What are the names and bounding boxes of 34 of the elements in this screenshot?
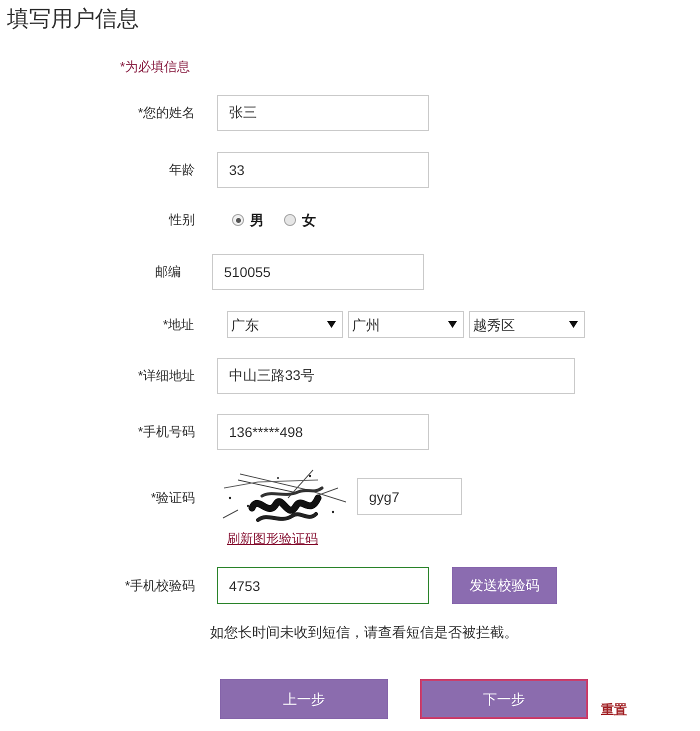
text-field[interactable]: 中山三路33号 <box>217 358 575 394</box>
radio-button[interactable] <box>232 214 244 226</box>
page-title: 填写用户信息 <box>7 5 139 33</box>
radio-option[interactable]: 女 <box>284 212 316 228</box>
field-label: *验证码 <box>150 490 195 506</box>
sms-code-input[interactable]: 4753 <box>217 567 429 604</box>
send-code-button[interactable]: 发送校验码 <box>452 567 557 604</box>
field-label: *手机校验码 <box>124 578 195 594</box>
radio-button[interactable] <box>284 214 296 226</box>
field-label: *您的姓名 <box>138 105 195 121</box>
reset-link[interactable]: 重置 <box>601 702 627 717</box>
field-label: 性别 <box>169 212 195 228</box>
field-label: *详细地址 <box>138 368 195 384</box>
field-label: 邮编 <box>155 264 181 280</box>
text-field[interactable]: 136*****498 <box>217 414 429 450</box>
text-field[interactable]: 33 <box>217 152 429 188</box>
text-field[interactable]: 510055 <box>212 254 424 290</box>
text-field[interactable]: 张三 <box>217 95 429 131</box>
select-dropdown[interactable]: 越秀区 <box>469 311 585 338</box>
field-label: *地址 <box>162 316 194 332</box>
sms-hint-text: 如您长时间未收到短信，请查看短信是否被拦截。 <box>210 624 518 640</box>
select-dropdown[interactable]: 广东 <box>227 311 343 338</box>
select-dropdown[interactable]: 广州 <box>348 311 464 338</box>
dropdown-caret-icon <box>448 321 457 328</box>
dropdown-caret-icon <box>327 321 336 328</box>
step-button[interactable]: 下一步 <box>420 679 588 719</box>
required-note: *为必填信息 <box>120 60 190 74</box>
field-label: *手机号码 <box>138 424 195 440</box>
field-label: 年龄 <box>169 162 195 178</box>
dropdown-caret-icon <box>569 321 578 328</box>
refresh-captcha-link[interactable]: 刷新图形验证码 <box>227 531 318 547</box>
step-button[interactable]: 上一步 <box>220 679 388 719</box>
captcha-input[interactable]: gyg7 <box>357 478 462 515</box>
radio-option[interactable]: 男 <box>232 212 264 228</box>
